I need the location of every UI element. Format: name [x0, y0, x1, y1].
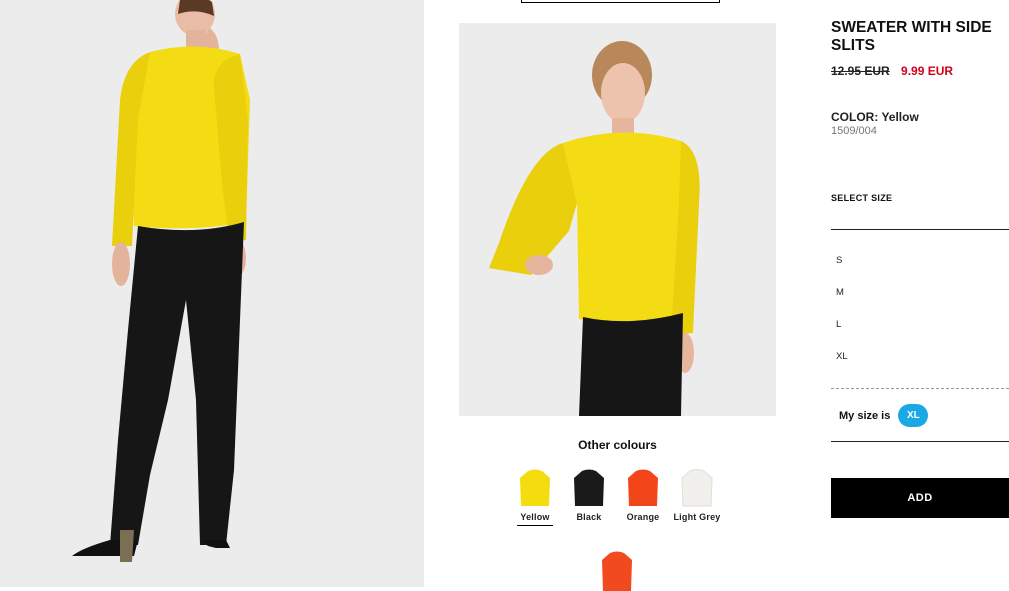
- size-option-l[interactable]: L: [836, 319, 848, 351]
- price-row: 12.95 EUR 9.99 EUR: [831, 64, 953, 78]
- colour-value: Yellow: [881, 110, 919, 124]
- my-size-label: My size is: [839, 409, 891, 422]
- size-option-m[interactable]: M: [836, 287, 848, 319]
- original-price: 12.95 EUR: [831, 64, 890, 78]
- sweater-thumbnail-icon: [681, 469, 713, 507]
- size-option-xl[interactable]: XL: [836, 351, 848, 383]
- size-list: S M L XL: [836, 255, 848, 383]
- other-colours-heading: Other colours: [578, 438, 657, 452]
- swatch-label: Orange: [626, 512, 660, 522]
- sweater-thumbnail-icon: [520, 469, 550, 506]
- my-size-badge[interactable]: XL: [898, 404, 929, 427]
- colour-swatch-yellow[interactable]: Yellow: [508, 468, 562, 526]
- colour-swatch-black[interactable]: Black: [562, 468, 616, 523]
- sweater-thumbnail-icon: [628, 469, 658, 506]
- select-size-heading: SELECT SIZE: [831, 193, 893, 203]
- add-to-bag-button[interactable]: ADD: [831, 478, 1009, 518]
- divider: [831, 229, 1009, 230]
- sweater-thumbnail-icon: [574, 469, 604, 506]
- product-image-closeup[interactable]: [459, 23, 776, 416]
- swatch-label: Light Grey: [673, 512, 721, 522]
- colour-swatch-orange[interactable]: Orange: [616, 468, 670, 523]
- product-title: SWEATER WITH SIDE SLITS: [831, 19, 992, 54]
- sweater-thumbnail-icon: [602, 551, 632, 591]
- dashed-divider: [831, 388, 1009, 389]
- selected-colour: COLOR: Yellow: [831, 110, 919, 124]
- swatch-label: Yellow: [520, 512, 550, 522]
- product-reference: 1509/004: [831, 125, 877, 137]
- swatch-label: Black: [576, 512, 602, 522]
- colour-swatch-orange-alt[interactable]: [590, 550, 644, 591]
- divider: [831, 441, 1009, 442]
- image-frame-edge: [521, 0, 720, 3]
- size-option-s[interactable]: S: [836, 255, 848, 287]
- colour-label: COLOR:: [831, 110, 879, 124]
- product-image-full-look[interactable]: [0, 0, 424, 587]
- colour-swatch-light-grey[interactable]: Light Grey: [670, 468, 724, 523]
- my-size-row[interactable]: My size is XL: [839, 404, 929, 427]
- sale-price: 9.99 EUR: [901, 64, 954, 78]
- selected-indicator: [517, 525, 553, 526]
